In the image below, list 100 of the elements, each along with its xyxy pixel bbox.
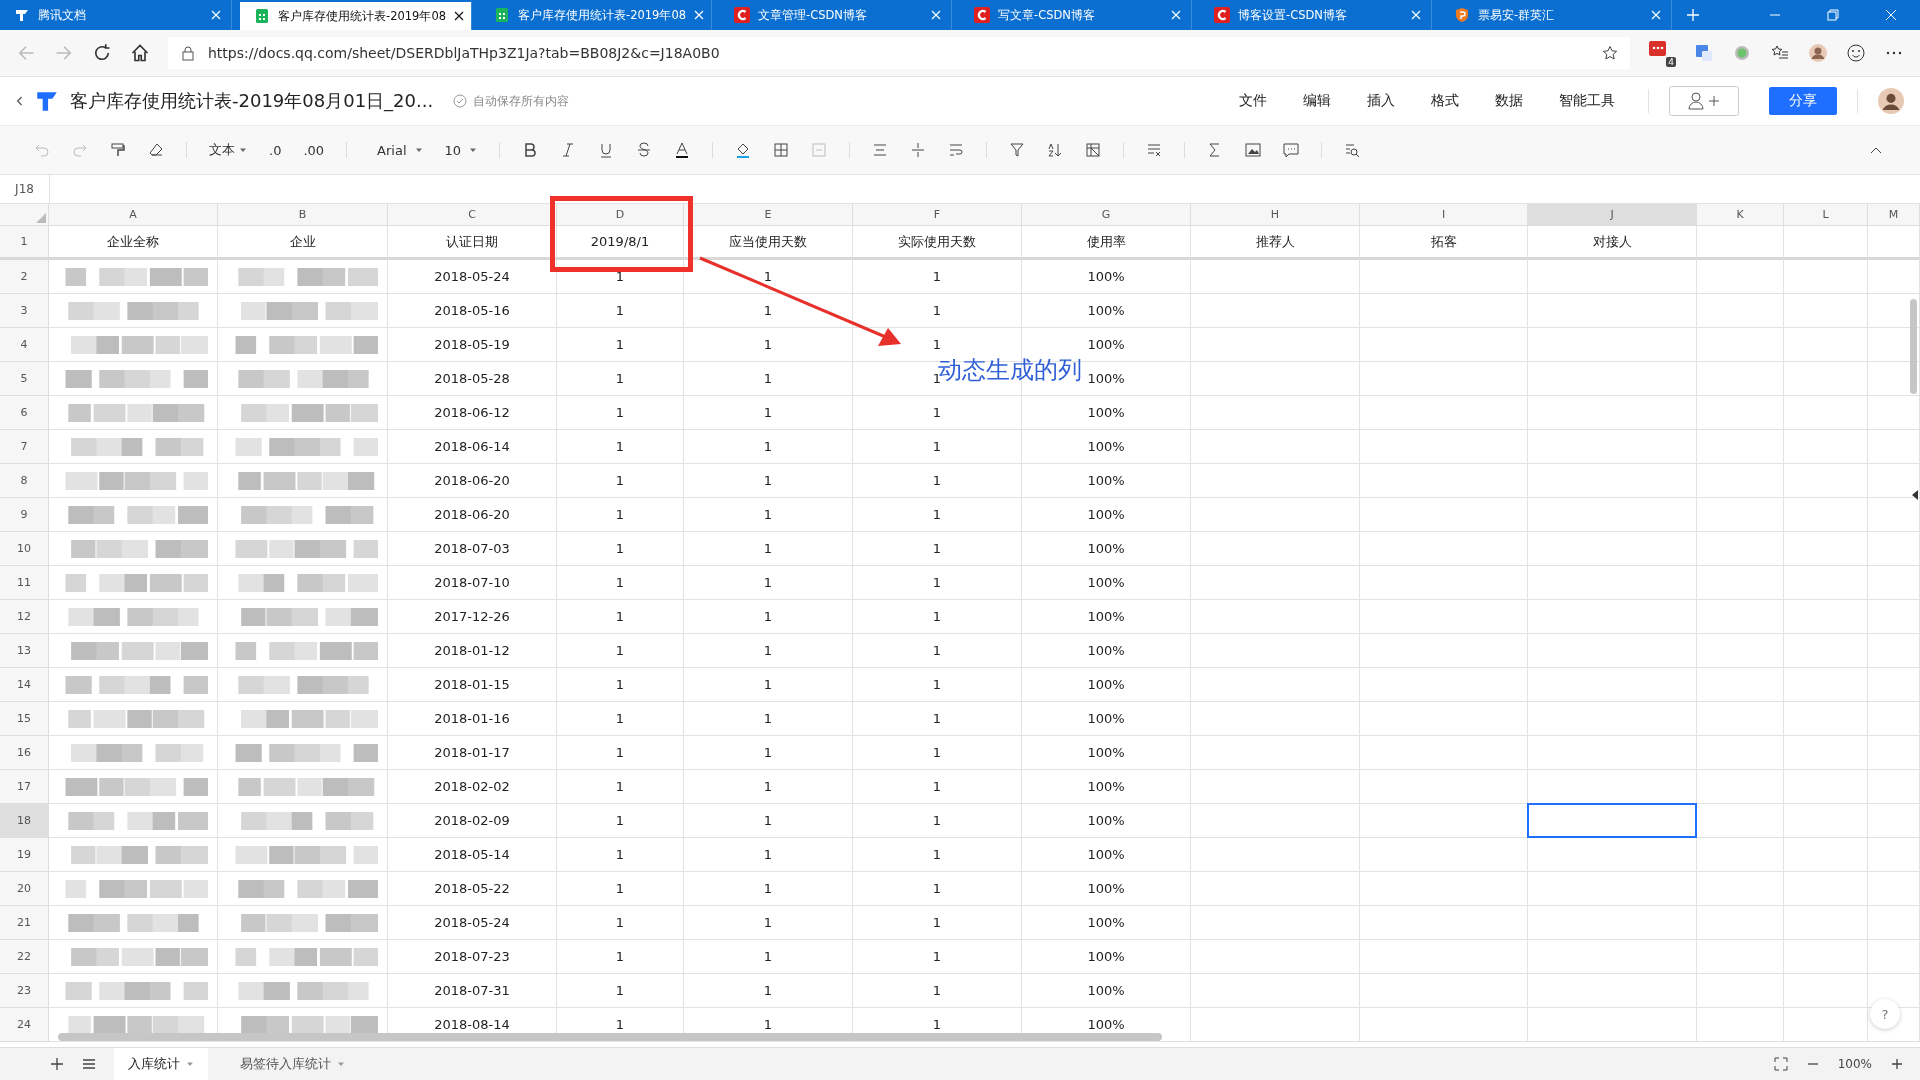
row-header[interactable]: 2 bbox=[0, 260, 49, 294]
freeze-icon[interactable] bbox=[1085, 142, 1102, 158]
add-icon[interactable] bbox=[50, 1057, 64, 1071]
menu-item[interactable]: 文件 bbox=[1239, 92, 1267, 110]
refresh-icon[interactable] bbox=[92, 43, 112, 63]
format-dropdown[interactable]: 文本 bbox=[209, 141, 235, 159]
column-header[interactable]: D bbox=[557, 204, 684, 226]
restore-icon[interactable] bbox=[1826, 8, 1840, 22]
format-painter-icon[interactable] bbox=[110, 142, 126, 158]
row-header[interactable]: 15 bbox=[0, 702, 49, 736]
row-header[interactable]: 21 bbox=[0, 906, 49, 940]
menu-item[interactable]: 智能工具 bbox=[1559, 92, 1615, 110]
font-dropdown[interactable]: Arial bbox=[377, 142, 407, 158]
sort-icon[interactable] bbox=[1047, 142, 1064, 158]
row-header[interactable]: 1 bbox=[0, 226, 49, 260]
find-icon[interactable] bbox=[1344, 142, 1361, 158]
share-button[interactable]: 分享 bbox=[1769, 87, 1837, 115]
row-header[interactable]: 14 bbox=[0, 668, 49, 702]
menu-icon[interactable] bbox=[82, 1057, 96, 1071]
borders-icon[interactable] bbox=[773, 142, 790, 158]
add-person-button[interactable] bbox=[1669, 86, 1739, 116]
row-header[interactable]: 19 bbox=[0, 838, 49, 872]
eraser-icon[interactable] bbox=[148, 142, 164, 158]
back-icon[interactable] bbox=[16, 94, 24, 108]
table-cell: 1 bbox=[853, 872, 1022, 906]
column-header[interactable]: A bbox=[49, 204, 218, 226]
menu-item[interactable]: 编辑 bbox=[1303, 92, 1331, 110]
star-icon[interactable] bbox=[1602, 45, 1618, 61]
zoom-in-icon[interactable] bbox=[1890, 1057, 1904, 1071]
column-header[interactable]: C bbox=[388, 204, 557, 226]
row-header[interactable]: 24 bbox=[0, 1008, 49, 1042]
checklist-icon[interactable] bbox=[1146, 142, 1163, 158]
row-header[interactable]: 3 bbox=[0, 294, 49, 328]
menu-item[interactable]: 数据 bbox=[1495, 92, 1523, 110]
vertical-align-icon[interactable] bbox=[910, 142, 927, 158]
row-header[interactable]: 5 bbox=[0, 362, 49, 396]
column-header[interactable]: B bbox=[218, 204, 388, 226]
row-header[interactable]: 23 bbox=[0, 974, 49, 1008]
translate-icon[interactable] bbox=[1694, 43, 1714, 63]
extension-button[interactable]: 4 bbox=[1648, 39, 1676, 67]
row-header[interactable]: 18 bbox=[0, 804, 49, 838]
table-cell bbox=[1868, 532, 1920, 566]
row-header[interactable]: 17 bbox=[0, 770, 49, 804]
avatar-icon[interactable] bbox=[1808, 43, 1828, 63]
wrap-text-icon[interactable] bbox=[948, 142, 965, 158]
column-header[interactable]: H bbox=[1191, 204, 1360, 226]
bold-icon[interactable] bbox=[522, 142, 539, 158]
caret-icon[interactable] bbox=[1912, 490, 1918, 500]
name-box[interactable]: J18 bbox=[0, 175, 50, 203]
image-icon[interactable] bbox=[1245, 142, 1262, 158]
fullscreen-icon[interactable] bbox=[1773, 1057, 1788, 1071]
increase-decimal-button[interactable]: .00 bbox=[303, 142, 325, 158]
avatar-icon[interactable] bbox=[1878, 88, 1904, 114]
new-tab-icon[interactable] bbox=[1686, 8, 1700, 22]
close-icon[interactable] bbox=[454, 11, 465, 21]
text-color-icon[interactable] bbox=[674, 142, 691, 158]
filter-icon[interactable] bbox=[1009, 142, 1026, 158]
caret-icon[interactable] bbox=[469, 146, 478, 154]
column-header[interactable]: F bbox=[853, 204, 1022, 226]
row-header[interactable]: 22 bbox=[0, 940, 49, 974]
selected-cell[interactable] bbox=[1527, 803, 1697, 838]
row-header[interactable]: 10 bbox=[0, 532, 49, 566]
vertical-scrollbar[interactable] bbox=[1910, 299, 1917, 394]
row-header[interactable]: 9 bbox=[0, 498, 49, 532]
menu-item[interactable]: 插入 bbox=[1367, 92, 1395, 110]
strikethrough-icon[interactable] bbox=[636, 142, 653, 158]
fill-color-icon[interactable] bbox=[735, 142, 752, 158]
help-button[interactable]: ? bbox=[1870, 999, 1900, 1029]
row-header[interactable]: 13 bbox=[0, 634, 49, 668]
row-header[interactable]: 12 bbox=[0, 600, 49, 634]
address-field[interactable]: https://docs.qq.com/sheet/DSERDblJaTHp3Z1Ja?tab=BB08J2&c=J18A0B0 bbox=[168, 37, 1630, 69]
caret-icon[interactable] bbox=[414, 146, 423, 154]
row-header[interactable]: 16 bbox=[0, 736, 49, 770]
horizontal-scrollbar[interactable] bbox=[58, 1033, 1162, 1041]
column-header[interactable]: G bbox=[1022, 204, 1191, 226]
column-header[interactable]: L bbox=[1784, 204, 1868, 226]
caret-icon[interactable] bbox=[239, 146, 247, 154]
decrease-decimal-button[interactable]: .0 bbox=[269, 142, 282, 158]
sheet-tab[interactable]: 易签待入库统计 bbox=[226, 1048, 359, 1080]
column-header[interactable]: I bbox=[1360, 204, 1528, 226]
smiley-icon[interactable] bbox=[1846, 43, 1866, 63]
row-header[interactable]: 6 bbox=[0, 396, 49, 430]
column-header[interactable]: E bbox=[684, 204, 853, 226]
column-header[interactable]: M bbox=[1868, 204, 1920, 226]
row-header[interactable]: 4 bbox=[0, 328, 49, 362]
comment-icon[interactable] bbox=[1283, 142, 1300, 158]
row-header[interactable]: 8 bbox=[0, 464, 49, 498]
menu-item[interactable]: 格式 bbox=[1431, 92, 1459, 110]
merge-cells-icon[interactable] bbox=[811, 142, 828, 158]
font-size-dropdown[interactable]: 10 bbox=[444, 142, 462, 158]
column-header[interactable]: J bbox=[1528, 204, 1697, 226]
row-header[interactable]: 7 bbox=[0, 430, 49, 464]
row-header[interactable]: 11 bbox=[0, 566, 49, 600]
align-icon[interactable] bbox=[872, 142, 889, 158]
sheet-tab[interactable]: 入库统计 bbox=[114, 1048, 208, 1080]
column-header[interactable]: K bbox=[1697, 204, 1784, 226]
home-icon[interactable] bbox=[130, 43, 150, 63]
browser-tab[interactable]: 客户库存使用统计表-2019年08 bbox=[240, 0, 472, 30]
zoom-level[interactable]: 100% bbox=[1837, 1057, 1872, 1071]
row-header[interactable]: 20 bbox=[0, 872, 49, 906]
